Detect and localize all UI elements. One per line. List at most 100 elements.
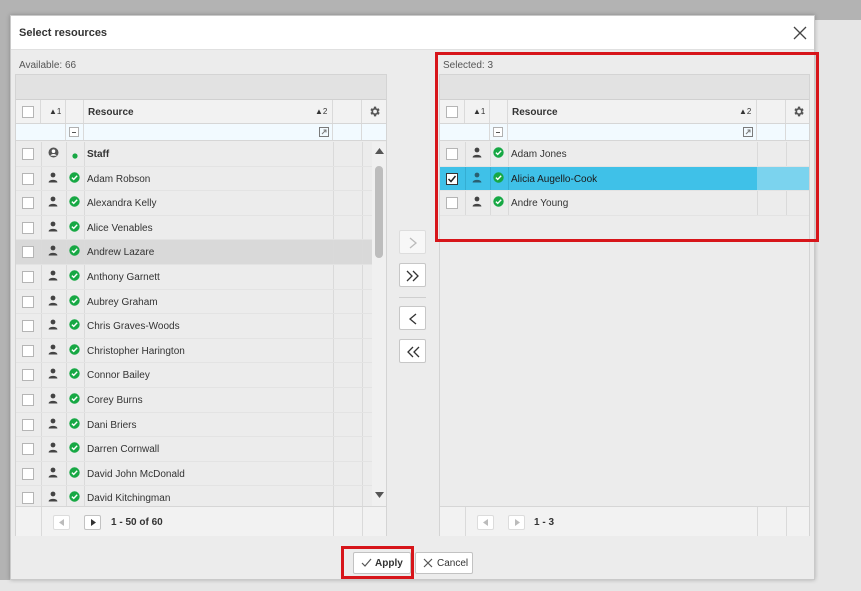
- move-all-right-button[interactable]: [399, 263, 426, 287]
- row-checkbox[interactable]: [22, 492, 34, 505]
- column-header-resource[interactable]: Resource ▲2: [84, 100, 333, 123]
- selected-rows: Adam Jones Alicia Augello-Cook Andre Young: [440, 142, 809, 506]
- row-checkbox[interactable]: [446, 197, 458, 210]
- available-pager: 1 - 50 of 60: [16, 506, 386, 536]
- open-filter-icon[interactable]: [319, 127, 329, 137]
- column-header-status[interactable]: [66, 100, 84, 123]
- resource-name: Alexandra Kelly: [87, 198, 157, 210]
- move-all-left-button[interactable]: [399, 339, 426, 363]
- resource-row[interactable]: Andre Young: [440, 191, 809, 216]
- apply-button[interactable]: Apply: [353, 552, 411, 574]
- check-circle-icon: [69, 467, 80, 478]
- group-panel: [16, 75, 386, 100]
- check-circle-icon: [69, 442, 80, 453]
- prev-page-icon: [59, 519, 64, 526]
- backdrop-bottom: [0, 580, 861, 591]
- double-chevron-right-icon: [406, 270, 419, 282]
- move-selected-right-button[interactable]: [399, 230, 426, 254]
- group-row[interactable]: Staff: [16, 142, 372, 167]
- row-checkbox[interactable]: [22, 344, 34, 357]
- resource-row[interactable]: Alice Venables: [16, 215, 372, 241]
- resource-row[interactable]: Aubrey Graham: [16, 289, 372, 315]
- group-icon: [48, 147, 59, 158]
- check-circle-icon: [69, 245, 80, 257]
- scroll-up-icon[interactable]: [375, 148, 384, 154]
- resource-name: Dani Briers: [87, 419, 137, 431]
- resource-row[interactable]: Darren Cornwall: [16, 437, 372, 462]
- scroll-down-icon[interactable]: [375, 492, 384, 498]
- column-header-type[interactable]: ▲1: [465, 100, 490, 123]
- resource-filter-input[interactable]: [84, 124, 333, 140]
- group-icon-cell: [48, 147, 59, 161]
- person-icon: [48, 491, 58, 502]
- row-checkbox[interactable]: [446, 148, 458, 160]
- resource-name: Anthony Garnett: [87, 272, 160, 283]
- check-circle-icon: [69, 270, 80, 281]
- cancel-button[interactable]: Cancel: [415, 552, 473, 574]
- row-checkbox[interactable]: [22, 418, 34, 431]
- row-checkbox[interactable]: [22, 221, 34, 234]
- column-header-status[interactable]: [490, 100, 508, 123]
- row-checkbox[interactable]: [22, 369, 34, 382]
- resource-row[interactable]: Adam Robson: [16, 166, 372, 192]
- pager-next-button[interactable]: [508, 515, 525, 530]
- resource-name: Corey Burns: [87, 395, 143, 406]
- row-checkbox[interactable]: [22, 320, 34, 333]
- move-selected-left-button[interactable]: [399, 306, 426, 330]
- pager-prev-button[interactable]: [53, 515, 70, 530]
- pager-next-button[interactable]: [84, 515, 101, 530]
- row-checkbox[interactable]: [22, 394, 34, 406]
- resource-row[interactable]: Christopher Harington: [16, 338, 372, 364]
- resource-row[interactable]: Andrew Lazare: [16, 240, 372, 265]
- person-icon-cell: [48, 418, 58, 432]
- row-checkbox[interactable]: [22, 148, 34, 160]
- resource-row[interactable]: David Kitchingman: [16, 486, 372, 506]
- selected-pager: 1 - 3: [440, 506, 809, 536]
- status-filter-toggle[interactable]: [493, 127, 503, 137]
- column-settings-button[interactable]: [786, 100, 810, 123]
- select-all-checkbox[interactable]: [446, 106, 458, 118]
- row-checkbox[interactable]: [446, 172, 458, 185]
- resource-row[interactable]: Alexandra Kelly: [16, 191, 372, 216]
- row-checkbox[interactable]: [22, 197, 34, 210]
- available-scrollbar[interactable]: [372, 142, 386, 506]
- resource-row[interactable]: Chris Graves-Woods: [16, 314, 372, 339]
- resource-name: Andrew Lazare: [87, 247, 155, 259]
- group-panel: [440, 75, 809, 100]
- open-filter-icon[interactable]: [743, 127, 753, 137]
- resource-row[interactable]: Anthony Garnett: [16, 265, 372, 290]
- column-header-extra: [757, 100, 786, 123]
- pager-prev-button[interactable]: [477, 515, 494, 530]
- row-checkbox[interactable]: [22, 172, 34, 185]
- chevron-left-icon: [408, 313, 417, 325]
- resource-row[interactable]: Connor Bailey: [16, 363, 372, 388]
- check-circle-icon: [69, 368, 80, 380]
- available-caption: Available: 66: [19, 60, 77, 71]
- resource-row[interactable]: David John McDonald: [16, 461, 372, 487]
- resource-row[interactable]: Alicia Augello-Cook: [440, 166, 809, 192]
- resource-row[interactable]: Corey Burns: [16, 388, 372, 413]
- check-circle-icon: [69, 393, 80, 404]
- select-all-checkbox[interactable]: [22, 106, 34, 118]
- status-filter-toggle[interactable]: [69, 127, 79, 137]
- close-button[interactable]: [789, 22, 811, 44]
- person-icon: [48, 368, 58, 379]
- column-settings-button[interactable]: [362, 100, 386, 123]
- filter-row: [16, 124, 386, 141]
- resource-filter-input[interactable]: [508, 124, 757, 140]
- column-header-resource[interactable]: Resource ▲2: [508, 100, 757, 123]
- column-header-type[interactable]: ▲1: [41, 100, 66, 123]
- status-icon-cell: [69, 442, 80, 456]
- person-icon-cell: [48, 196, 58, 210]
- scroll-thumb[interactable]: [375, 166, 383, 258]
- row-checkbox[interactable]: [22, 295, 34, 308]
- person-icon-cell: [48, 344, 58, 358]
- row-checkbox[interactable]: [22, 443, 34, 456]
- resource-row[interactable]: Adam Jones: [440, 142, 809, 167]
- row-checkbox[interactable]: [22, 246, 34, 259]
- row-checkbox[interactable]: [22, 271, 34, 283]
- row-checkbox[interactable]: [22, 467, 34, 480]
- resource-row[interactable]: Dani Briers: [16, 412, 372, 438]
- status-icon-cell: [69, 171, 80, 186]
- person-icon: [48, 393, 58, 404]
